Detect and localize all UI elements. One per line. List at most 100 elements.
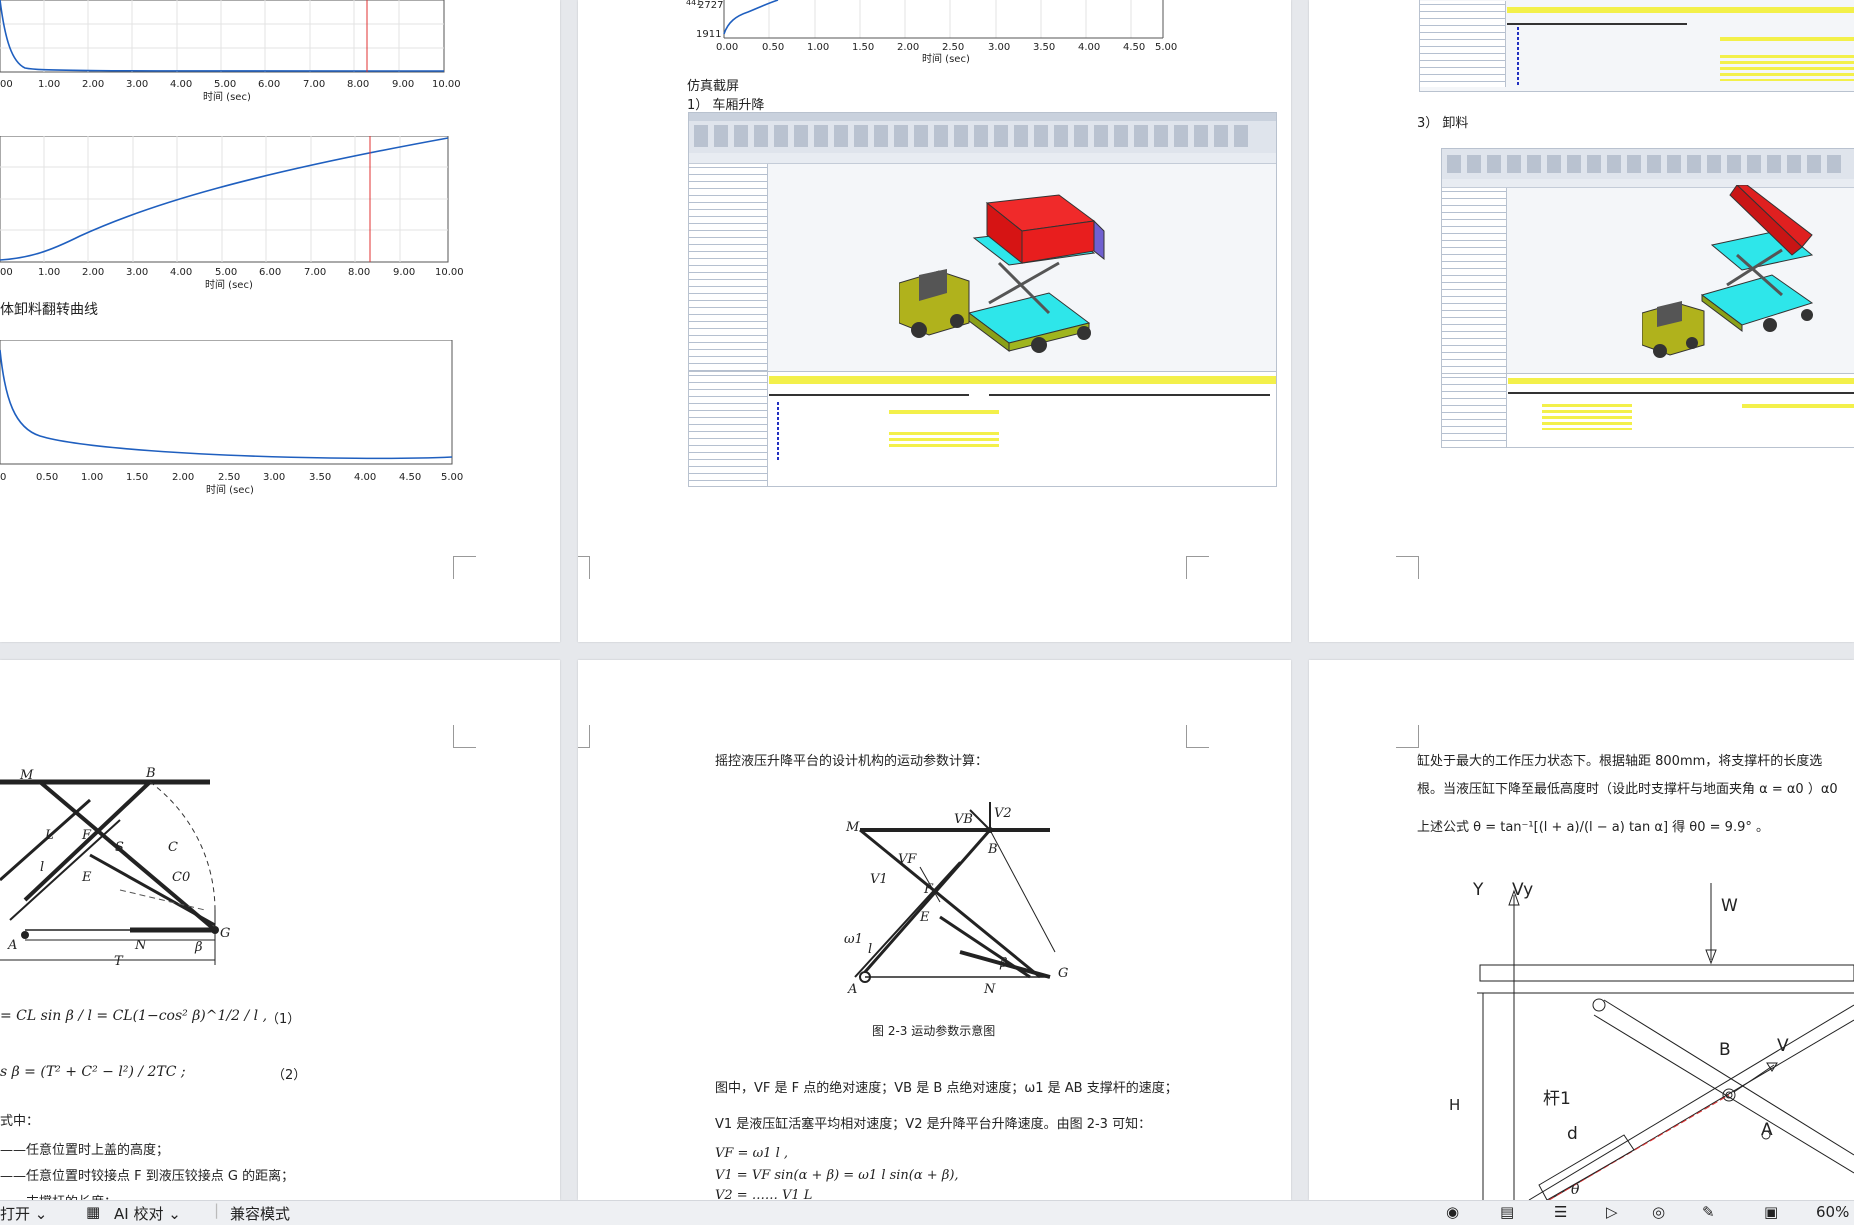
- x-tick: 6.00: [259, 267, 282, 278]
- formula: V2 = …… V1 L: [715, 1188, 813, 1200]
- x-tick: 1.50: [126, 472, 149, 483]
- ai-proofread-menu[interactable]: AI 校对 ⌄: [114, 1203, 181, 1224]
- page-bottom-middle: 摇控液压升降平台的设计机构的运动参数计算： M VB V2 B VF V1 F …: [578, 660, 1291, 1200]
- x-tick: 7.00: [303, 79, 326, 90]
- simulation-screenshot: [1441, 148, 1854, 448]
- label-beta: β: [1000, 956, 1008, 971]
- list-item: 1） 车厢升降: [687, 98, 765, 113]
- x-tick: 3.00: [126, 267, 149, 278]
- y-tick: 2727: [698, 0, 724, 11]
- pen-icon[interactable]: ✎: [1702, 1203, 1715, 1221]
- section-heading: 体卸料翻转曲线: [0, 302, 98, 318]
- x-tick: 1.50: [852, 42, 875, 53]
- page-corner-mark: [578, 725, 590, 748]
- equation-1: = CL sin β / l = CL(1−cos² β)^1/2 / l ,: [0, 1008, 268, 1024]
- x-tick: 8.00: [348, 267, 371, 278]
- x-tick: 2.00: [897, 42, 920, 53]
- section-title: 仿真截屏: [687, 79, 740, 94]
- label-G: G: [1058, 966, 1069, 981]
- formula: VF = ω1 l ,: [715, 1146, 788, 1161]
- label-F: F: [924, 882, 934, 897]
- compat-mode-label: 兼容模式: [230, 1205, 291, 1223]
- x-tick: 5.00: [1155, 42, 1178, 53]
- ai-proofread-icon[interactable]: ▦: [86, 1203, 100, 1221]
- x-tick: 0: [0, 472, 7, 483]
- x-tick: 10.00: [435, 267, 464, 278]
- label-V1: V1: [870, 872, 888, 887]
- x-tick: 10.00: [432, 79, 461, 90]
- x-tick: 0.50: [36, 472, 59, 483]
- x-tick: 1.00: [81, 472, 104, 483]
- x-tick: 00: [0, 79, 13, 90]
- page-view-icon[interactable]: ▤: [1500, 1203, 1514, 1221]
- page-corner-mark: [578, 556, 590, 579]
- paragraph: 根。当液压缸下降至最低高度时（设此时支撑杆与地面夹角 α = α0 ）α0: [1417, 782, 1838, 797]
- paragraph: V1 是液压缸活塞平均相对速度；V2 是升降平台升降速度。由图 2-3 可知：: [715, 1117, 1152, 1132]
- y-tick: 1911: [696, 29, 722, 40]
- page-corner-mark: [1186, 725, 1209, 748]
- label-W: W: [1721, 896, 1738, 916]
- label-A: A: [8, 938, 18, 953]
- x-tick: 4.00: [170, 267, 193, 278]
- x-tick: 00: [0, 267, 13, 278]
- x-tick: 4.00: [1078, 42, 1101, 53]
- label-VB: VB: [954, 812, 973, 827]
- x-tick: 2.00: [82, 79, 105, 90]
- play-icon[interactable]: ▷: [1606, 1203, 1618, 1221]
- x-tick: 2.00: [82, 267, 105, 278]
- zoom-level[interactable]: 60%: [1816, 1203, 1849, 1221]
- x-tick: 3.00: [126, 79, 149, 90]
- label-B: B: [988, 842, 998, 857]
- eye-protection-icon[interactable]: ◉: [1446, 1203, 1459, 1221]
- page-corner-mark: [1396, 556, 1419, 579]
- label-A: A: [848, 982, 858, 997]
- page-top-right: 3） 卸料: [1309, 0, 1854, 642]
- label-H: H: [1449, 1096, 1461, 1114]
- simulation-screenshot-top: [1419, 0, 1854, 92]
- formula: V1 = VF sin(α + β) = ω1 l sin(α + β),: [715, 1168, 959, 1183]
- label-M: M: [846, 820, 860, 835]
- label-B: B: [146, 766, 156, 781]
- page-bottom-left: M B L F S C l E C0 A N β G T = CL sin β …: [0, 660, 560, 1200]
- page-top-left: 00 1.00 2.00 3.00 4.00 5.00 6.00 7.00 8.…: [0, 0, 560, 642]
- label-bar1: 杆1: [1543, 1089, 1571, 1109]
- paragraph: 图中，VF 是 F 点的绝对速度；VB 是 B 点绝对速度；ω1 是 AB 支撑…: [715, 1081, 1178, 1096]
- x-axis-label: 时间 (sec): [205, 280, 253, 291]
- list-item: 3） 卸料: [1417, 116, 1469, 131]
- status-divider: |: [214, 1201, 220, 1219]
- page-corner-mark: [1396, 725, 1419, 748]
- label-E: E: [920, 910, 930, 925]
- x-axis-label: 时间 (sec): [922, 54, 970, 65]
- page-corner-mark: [453, 556, 476, 579]
- label-C: C: [168, 840, 178, 855]
- definition: ——支撑杆的长度；: [0, 1191, 117, 1200]
- label-M: M: [20, 768, 34, 783]
- label-N: N: [984, 982, 996, 997]
- equation-number: （1）: [266, 1012, 301, 1027]
- open-menu[interactable]: 打开 ⌄: [0, 1203, 47, 1224]
- label-T: T: [114, 954, 123, 969]
- outline-view-icon[interactable]: ☰: [1554, 1203, 1567, 1221]
- page-top-middle: 441 2727 1911 0.00 0.50 1.00 1.50 2.00 2…: [578, 0, 1291, 642]
- simulation-screenshot: [688, 112, 1277, 487]
- x-tick: 2.00: [172, 472, 195, 483]
- label-A: A: [1761, 1120, 1773, 1140]
- x-tick: 3.00: [263, 472, 286, 483]
- label-w1: ω1: [844, 932, 863, 947]
- equation-number: （2）: [272, 1068, 307, 1083]
- platform-force-diagram: [1477, 883, 1854, 1200]
- fit-page-icon[interactable]: ▣: [1764, 1203, 1778, 1221]
- x-tick: 6.00: [258, 79, 281, 90]
- x-tick: 0.00: [716, 42, 739, 53]
- x-tick: 8.00: [347, 79, 370, 90]
- page-corner-mark: [1186, 556, 1209, 579]
- label-Y: Y: [1473, 880, 1484, 900]
- label-S: S: [115, 840, 124, 855]
- x-tick: 4.00: [170, 79, 193, 90]
- web-view-icon[interactable]: ◎: [1652, 1203, 1665, 1221]
- label-l: l: [868, 942, 873, 957]
- x-tick: 1.00: [807, 42, 830, 53]
- label-beta: β: [195, 940, 203, 955]
- x-tick: 4.50: [1123, 42, 1146, 53]
- x-tick: 9.00: [393, 267, 416, 278]
